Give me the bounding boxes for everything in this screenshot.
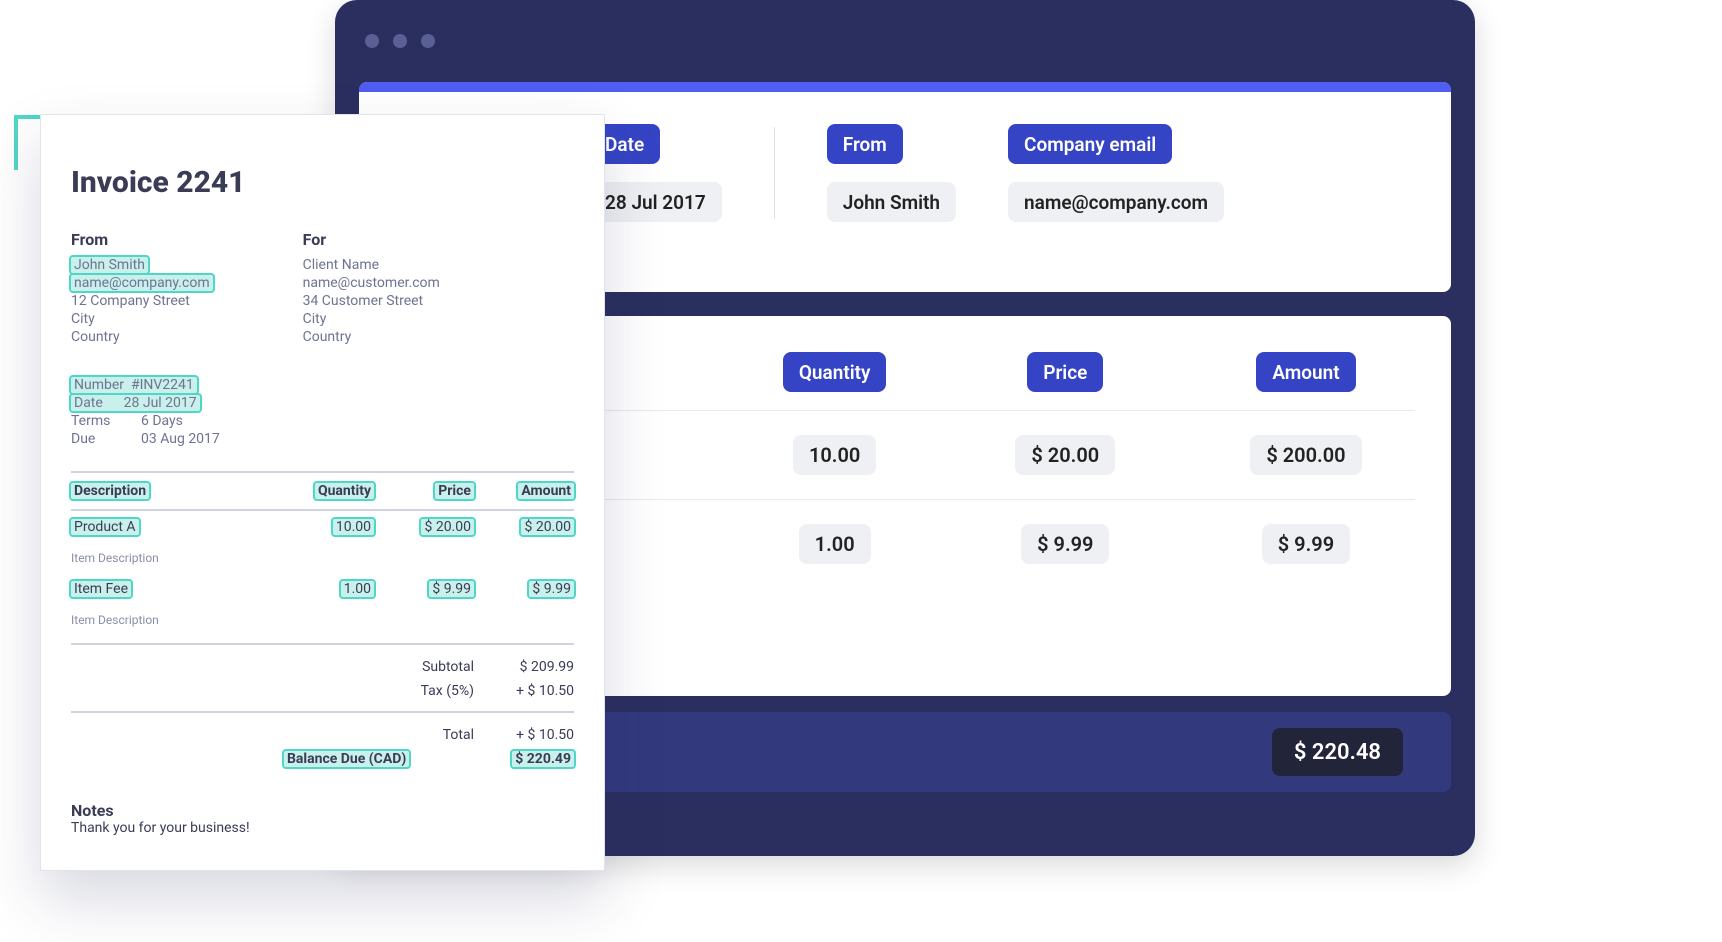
notes-v: Thank you for your business! — [71, 820, 250, 836]
for-block: For Client Name name@customer.com 34 Cus… — [303, 230, 440, 347]
total-v: + $ 10.50 — [474, 727, 574, 743]
item-sub: Item Description — [71, 551, 574, 565]
balance-v: $ 220.49 — [512, 751, 574, 767]
meta-terms-v: 6 Days — [141, 413, 183, 429]
meta-due-k: Due — [71, 431, 141, 447]
item-amt: $ 9.99 — [529, 581, 574, 597]
for-addr: 34 Customer Street — [303, 293, 440, 309]
total-value: $ 220.48 — [1272, 728, 1403, 776]
field-company-email: Company email name@company.com — [1008, 124, 1224, 222]
invoice-document: Invoice 2241 From John Smith name@compan… — [40, 114, 605, 871]
item-amt: $ 20.00 — [521, 519, 574, 535]
field-label: Company email — [1008, 124, 1172, 164]
total-k: Total — [374, 727, 474, 743]
cell-quantity: 1.00 — [799, 524, 871, 564]
h-amt: Amount — [518, 483, 574, 499]
subtotal-v: $ 209.99 — [474, 659, 574, 675]
for-email: name@customer.com — [303, 275, 440, 291]
item-qty: 1.00 — [341, 581, 374, 597]
field-label: From — [827, 124, 903, 164]
field-date: Date 28 Jul 2017 — [589, 124, 722, 222]
for-city: City — [303, 311, 440, 327]
from-country: Country — [71, 329, 213, 345]
cell-amount: $ 200.00 — [1250, 435, 1361, 475]
tax-k: Tax (5%) — [374, 683, 474, 699]
window-dot-icon — [365, 34, 379, 48]
for-country: Country — [303, 329, 440, 345]
col-quantity: Quantity — [783, 352, 887, 392]
from-label: From — [71, 230, 213, 249]
item-name: Product A — [71, 519, 139, 535]
meta-date: Date 28 Jul 2017 — [71, 395, 200, 411]
item-sub: Item Description — [71, 613, 574, 627]
col-price: Price — [1027, 352, 1103, 392]
for-label: For — [303, 230, 440, 249]
item-name: Item Fee — [71, 581, 131, 597]
notes: Notes Thank you for your business! — [71, 801, 574, 836]
for-name: Client Name — [303, 257, 440, 273]
field-value: name@company.com — [1008, 182, 1224, 222]
meta-due-v: 03 Aug 2017 — [141, 431, 220, 447]
field-value: 28 Jul 2017 — [589, 182, 722, 222]
field-value: John Smith — [827, 182, 956, 222]
titlebar — [335, 0, 1475, 82]
from-city: City — [71, 311, 213, 327]
tax-v: + $ 10.50 — [474, 683, 574, 699]
invoice-table: Description Quantity Price Amount Produc… — [71, 471, 574, 771]
col-amount: Amount — [1256, 352, 1355, 392]
from-name: John Smith — [71, 257, 148, 273]
cell-quantity: 10.00 — [793, 435, 876, 475]
invoice-title: Invoice 2241 — [71, 165, 574, 200]
divider — [774, 127, 775, 219]
h-price: Price — [435, 483, 474, 499]
window-dot-icon — [393, 34, 407, 48]
item-price: $ 20.00 — [421, 519, 474, 535]
item-qty: 10.00 — [333, 519, 374, 535]
from-block: From John Smith name@company.com 12 Comp… — [71, 230, 213, 347]
h-qty: Quantity — [315, 483, 374, 499]
cell-amount: $ 9.99 — [1262, 524, 1350, 564]
balance-k: Balance Due (CAD) — [284, 751, 409, 767]
from-addr: 12 Company Street — [71, 293, 213, 309]
h-desc: Description — [71, 483, 149, 499]
notes-k: Notes — [71, 801, 114, 820]
invoice-meta: Number #INV2241 Date 28 Jul 2017 Terms6 … — [71, 377, 574, 447]
meta-terms-k: Terms — [71, 413, 141, 429]
meta-number: Number #INV2241 — [71, 377, 197, 393]
window-dot-icon — [421, 34, 435, 48]
cell-price: $ 20.00 — [1015, 435, 1115, 475]
item-price: $ 9.99 — [429, 581, 474, 597]
from-email: name@company.com — [71, 275, 213, 291]
subtotal-k: Subtotal — [374, 659, 474, 675]
field-from: From John Smith — [827, 124, 956, 222]
cell-price: $ 9.99 — [1021, 524, 1109, 564]
